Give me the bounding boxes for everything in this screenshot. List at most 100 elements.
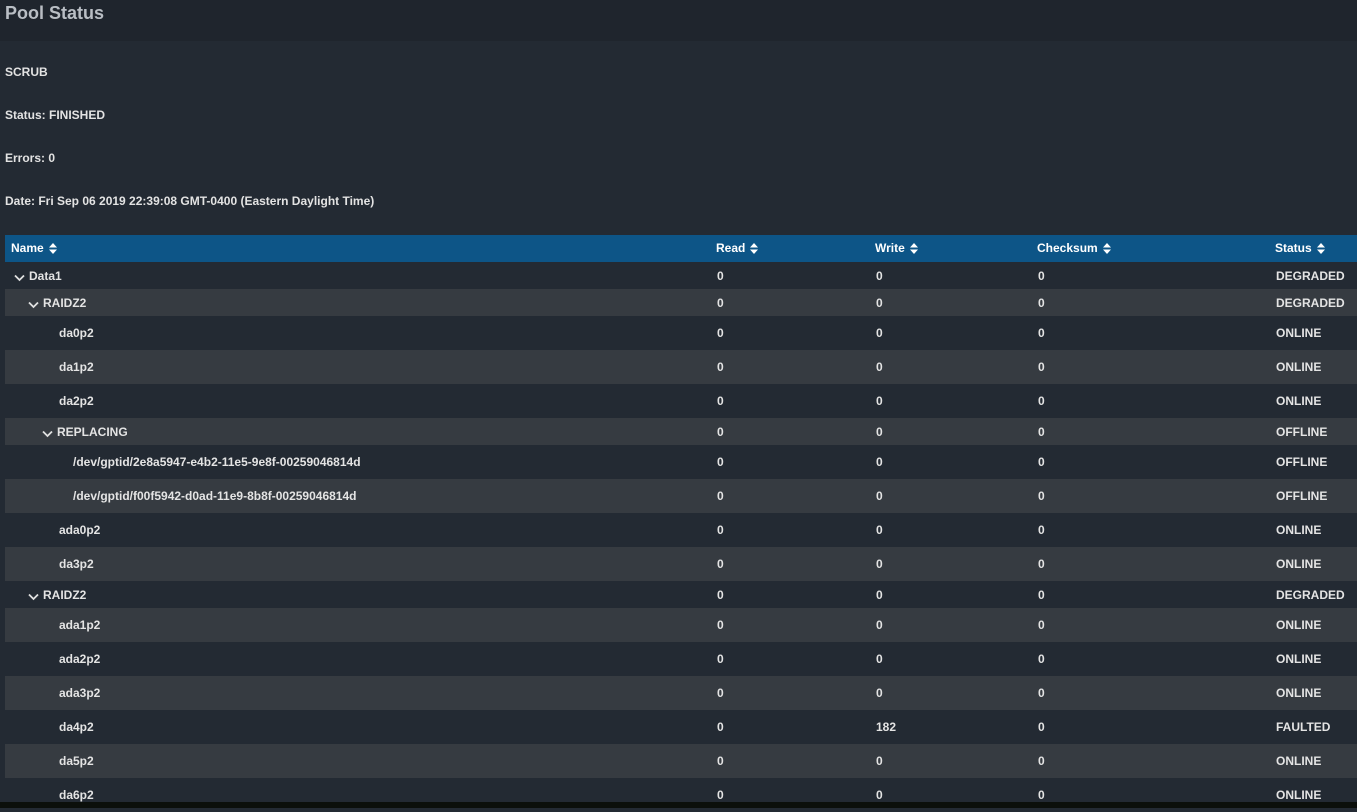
read-cell: 0 xyxy=(717,788,724,802)
table-row[interactable]: REPLACING 0 0 0 OFFLINE xyxy=(5,418,1357,445)
table-row[interactable]: RAIDZ2 0 0 0 DEGRADED xyxy=(5,289,1357,316)
column-label: Read xyxy=(716,241,746,255)
chevron-down-icon[interactable] xyxy=(14,271,26,281)
table-row[interactable]: da1p2 0 0 0 ONLINE xyxy=(5,350,1357,384)
status-cell: ONLINE xyxy=(1276,326,1322,340)
name-cell: RAIDZ2 xyxy=(28,588,86,602)
write-cell: 0 xyxy=(876,455,883,469)
sort-icon[interactable] xyxy=(1102,243,1111,257)
write-cell: 0 xyxy=(876,360,883,374)
status-cell: OFFLINE xyxy=(1276,489,1328,503)
write-cell: 0 xyxy=(876,587,883,602)
chevron-down-icon[interactable] xyxy=(28,298,40,308)
chevron-down-icon[interactable] xyxy=(28,590,40,600)
write-cell: 0 xyxy=(876,788,883,802)
table-row[interactable]: da5p2 0 0 0 ONLINE xyxy=(5,744,1357,778)
write-cell: 0 xyxy=(876,523,883,537)
write-cell: 182 xyxy=(876,720,897,734)
column-label: Write xyxy=(875,241,905,255)
read-cell: 0 xyxy=(717,587,724,602)
table-row[interactable]: da3p2 0 0 0 ONLINE xyxy=(5,547,1357,581)
device-name: RAIDZ2 xyxy=(43,587,87,602)
device-name: da3p2 xyxy=(59,557,94,571)
name-cell: ada0p2 xyxy=(59,523,100,537)
column-label: Checksum xyxy=(1037,241,1098,255)
checksum-cell: 0 xyxy=(1038,489,1045,503)
read-cell: 0 xyxy=(717,618,724,632)
checksum-cell: 0 xyxy=(1038,424,1045,439)
status-cell: DEGRADED xyxy=(1276,587,1345,602)
device-name: Data1 xyxy=(29,268,62,283)
column-label: Status xyxy=(1275,241,1312,255)
checksum-cell: 0 xyxy=(1038,754,1045,768)
table-row[interactable]: da4p2 0 182 0 FAULTED xyxy=(5,710,1357,744)
write-cell: 0 xyxy=(876,394,883,408)
table-row[interactable]: RAIDZ2 0 0 0 DEGRADED xyxy=(5,581,1357,608)
read-cell: 0 xyxy=(717,326,724,340)
column-header-read[interactable]: Read xyxy=(716,241,759,257)
read-cell: 0 xyxy=(717,686,724,700)
status-cell: ONLINE xyxy=(1276,394,1322,408)
device-name: da2p2 xyxy=(59,394,94,408)
column-header-status[interactable]: Status xyxy=(1275,241,1325,257)
column-header-checksum[interactable]: Checksum xyxy=(1037,241,1111,257)
title-bar: Pool Status xyxy=(0,0,1357,41)
write-cell: 0 xyxy=(876,754,883,768)
checksum-cell: 0 xyxy=(1038,557,1045,571)
sort-icon[interactable] xyxy=(750,243,759,257)
read-cell: 0 xyxy=(717,295,724,310)
table-row[interactable]: ada1p2 0 0 0 ONLINE xyxy=(5,608,1357,642)
write-cell: 0 xyxy=(876,652,883,666)
sort-icon[interactable] xyxy=(1316,243,1325,257)
write-cell: 0 xyxy=(876,686,883,700)
table-row[interactable]: ada0p2 0 0 0 ONLINE xyxy=(5,513,1357,547)
page-title: Pool Status xyxy=(5,3,105,23)
table-row[interactable]: Data1 0 0 0 DEGRADED xyxy=(5,262,1357,289)
write-cell: 0 xyxy=(876,268,883,283)
read-cell: 0 xyxy=(717,424,724,439)
table-row[interactable]: /dev/gptid/2e8a5947-e4b2-11e5-9e8f-00259… xyxy=(5,445,1357,479)
status-cell: OFFLINE xyxy=(1276,455,1328,469)
table-row[interactable]: /dev/gptid/f00f5942-d0ad-11e9-8b8f-00259… xyxy=(5,479,1357,513)
checksum-cell: 0 xyxy=(1038,652,1045,666)
device-name: ada3p2 xyxy=(59,686,101,700)
checksum-cell: 0 xyxy=(1038,587,1045,602)
checksum-cell: 0 xyxy=(1038,360,1045,374)
name-cell: da4p2 xyxy=(59,720,94,734)
name-cell: /dev/gptid/f00f5942-d0ad-11e9-8b8f-00259… xyxy=(73,489,356,503)
checksum-cell: 0 xyxy=(1038,326,1045,340)
status-cell: ONLINE xyxy=(1276,754,1322,768)
name-cell: RAIDZ2 xyxy=(28,296,86,310)
table-row[interactable]: da0p2 0 0 0 ONLINE xyxy=(5,316,1357,350)
status-cell: ONLINE xyxy=(1276,618,1322,632)
read-cell: 0 xyxy=(717,720,724,734)
device-name: ada2p2 xyxy=(59,652,101,666)
status-cell: ONLINE xyxy=(1276,788,1322,802)
table-row[interactable]: da2p2 0 0 0 ONLINE xyxy=(5,384,1357,418)
device-name: /dev/gptid/f00f5942-d0ad-11e9-8b8f-00259… xyxy=(73,489,357,503)
chevron-down-icon[interactable] xyxy=(42,427,54,437)
name-cell: da2p2 xyxy=(59,394,94,408)
pool-status-table: Name Read Write Checksum Status Data1 0 0 0 DEGR… xyxy=(5,235,1357,812)
status-cell: ONLINE xyxy=(1276,686,1322,700)
console-strip xyxy=(0,802,1357,808)
table-row[interactable]: ada3p2 0 0 0 ONLINE xyxy=(5,676,1357,710)
sort-icon[interactable] xyxy=(909,243,918,257)
device-name: REPLACING xyxy=(57,424,128,439)
name-cell: da1p2 xyxy=(59,360,94,374)
write-cell: 0 xyxy=(876,295,883,310)
name-cell: da3p2 xyxy=(59,557,94,571)
status-cell: ONLINE xyxy=(1276,523,1322,537)
name-cell: Data1 xyxy=(14,269,62,283)
device-name: /dev/gptid/2e8a5947-e4b2-11e5-9e8f-00259… xyxy=(73,455,361,469)
sort-icon[interactable] xyxy=(48,243,57,257)
read-cell: 0 xyxy=(717,523,724,537)
device-name: da5p2 xyxy=(59,754,94,768)
column-header-name[interactable]: Name xyxy=(11,241,57,257)
table-header: Name Read Write Checksum Status xyxy=(5,235,1357,262)
table-row[interactable]: ada2p2 0 0 0 ONLINE xyxy=(5,642,1357,676)
checksum-cell: 0 xyxy=(1038,523,1045,537)
status-cell: FAULTED xyxy=(1276,720,1331,734)
column-header-write[interactable]: Write xyxy=(875,241,918,257)
scrub-date: Date: Fri Sep 06 2019 22:39:08 GMT-0400 … xyxy=(5,194,375,208)
